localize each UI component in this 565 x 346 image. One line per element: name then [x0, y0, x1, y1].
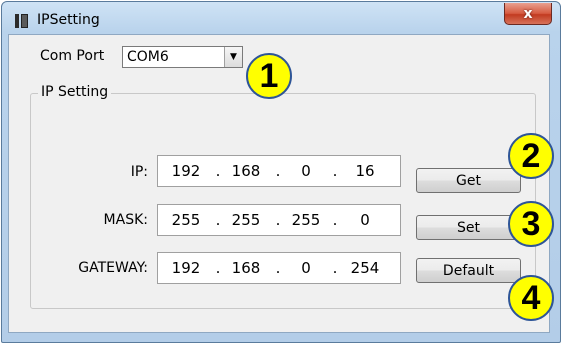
octet-2: 168 — [231, 259, 261, 277]
octet-3: 255 — [291, 211, 321, 229]
octet-4: 254 — [350, 259, 380, 277]
octet-dot: . — [215, 211, 221, 229]
callout-badge-3: 3 — [508, 201, 554, 247]
octet-1: 255 — [171, 211, 201, 229]
octet-1: 192 — [171, 162, 201, 180]
gateway-label: GATEWAY: — [78, 260, 148, 276]
octet-4: 16 — [355, 162, 375, 180]
gateway-field[interactable]: 192 . 168 . 0 . 254 — [157, 252, 401, 284]
octet-4: 0 — [360, 211, 370, 229]
octet-dot: . — [275, 211, 281, 229]
octet-dot: . — [332, 162, 338, 180]
get-button[interactable]: Get — [416, 168, 521, 193]
callout-badge-4: 4 — [508, 275, 554, 321]
com-port-label: Com Port — [40, 48, 105, 64]
octet-dot: . — [215, 162, 221, 180]
octet-dot: . — [215, 259, 221, 277]
callout-badge-1: 1 — [246, 53, 292, 99]
chevron-down-icon[interactable]: ▼ — [224, 47, 242, 67]
octet-3: 0 — [301, 162, 311, 180]
com-port-value: COM6 — [127, 49, 169, 65]
octet-2: 255 — [231, 211, 261, 229]
ip-address-field[interactable]: 192 . 168 . 0 . 16 — [157, 155, 401, 187]
mask-label: MASK: — [103, 212, 148, 228]
set-button[interactable]: Set — [416, 215, 521, 240]
octet-dot: . — [275, 162, 281, 180]
octet-dot: . — [275, 259, 281, 277]
subnet-mask-field[interactable]: 255 . 255 . 255 . 0 — [157, 204, 401, 236]
callout-badge-2: 2 — [508, 133, 554, 179]
com-port-select[interactable]: COM6 ▼ — [122, 46, 243, 68]
ip-label: IP: — [130, 164, 148, 180]
octet-dot: . — [332, 211, 338, 229]
close-icon: x — [523, 5, 533, 22]
default-button[interactable]: Default — [416, 258, 521, 283]
title-bar[interactable]: IPSetting x — [2, 2, 560, 36]
window-title: IPSetting — [37, 12, 100, 28]
octet-1: 192 — [171, 259, 201, 277]
octet-dot: . — [332, 259, 338, 277]
close-button[interactable]: x — [504, 3, 552, 25]
app-icon — [15, 14, 29, 28]
octet-3: 0 — [301, 259, 311, 277]
octet-2: 168 — [231, 162, 261, 180]
ip-setting-group-title: IP Setting — [38, 84, 112, 100]
